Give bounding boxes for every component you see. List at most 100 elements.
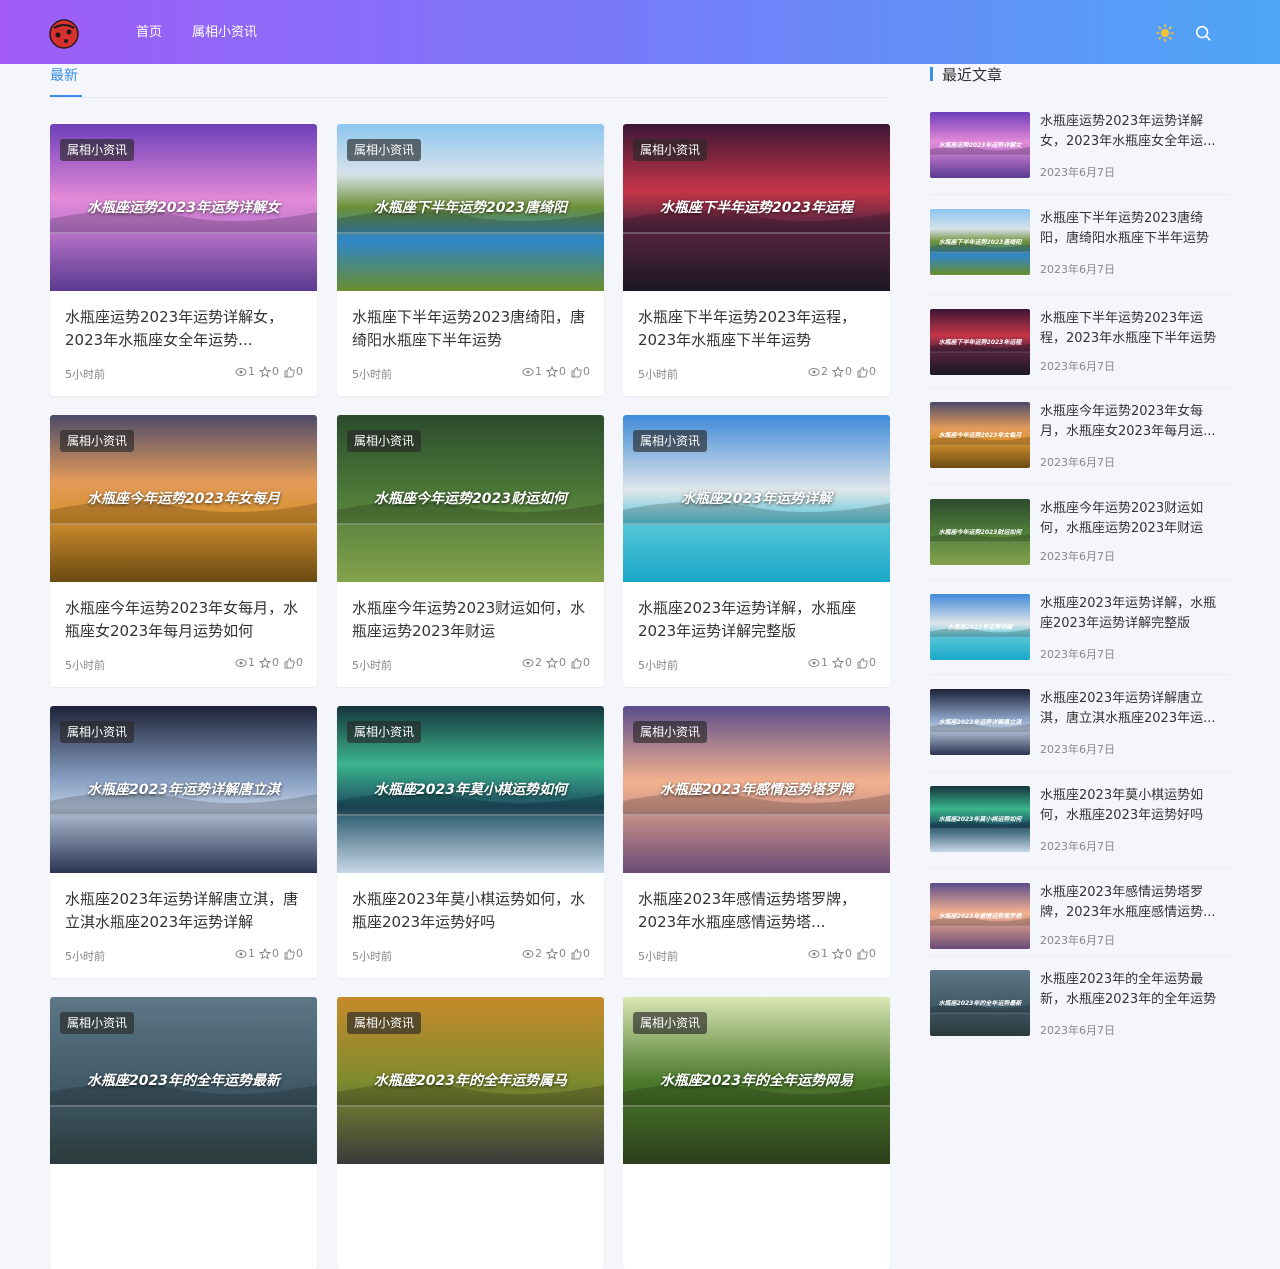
favorites-stat[interactable]: 0	[546, 947, 566, 960]
post-card[interactable]: 属相小资讯 水瓶座今年运势2023财运如何水瓶座今年运势2023财运如何，水瓶座运…	[337, 415, 604, 687]
category-badge[interactable]: 属相小资讯	[633, 139, 708, 161]
category-badge[interactable]: 属相小资讯	[60, 721, 135, 743]
recent-post-item[interactable]: 水瓶座2023年莫小棋运势如何 水瓶座2023年莫小棋运势如何，水瓶座2023年运…	[930, 786, 1230, 874]
post-card[interactable]: 属相小资讯 水瓶座下半年运势2023唐绮阳水瓶座下半年运势2023唐绮阳，唐绮阳水…	[337, 124, 604, 396]
category-badge[interactable]: 属相小资讯	[347, 139, 422, 161]
recent-post-title[interactable]: 水瓶座2023年的全年运势最新，水瓶座2023年的全年运势	[1040, 970, 1228, 1010]
post-card[interactable]: 属相小资讯 水瓶座2023年的全年运势网易	[623, 997, 890, 1269]
search-icon[interactable]	[1194, 24, 1212, 42]
recent-post-item[interactable]: 水瓶座今年运势2023年女每月 水瓶座今年运势2023年女每月，水瓶座女2023年…	[930, 402, 1230, 490]
recent-post-item[interactable]: 水瓶座运势2023年运势详解女 水瓶座运势2023年运势详解女，2023年水瓶座女…	[930, 112, 1230, 200]
likes-stat[interactable]: 0	[856, 365, 876, 378]
post-card[interactable]: 属相小资讯 水瓶座下半年运势2023年运程水瓶座下半年运势2023年运程，2023…	[623, 124, 890, 396]
recent-post-title[interactable]: 水瓶座下半年运势2023唐绮阳，唐绮阳水瓶座下半年运势	[1040, 209, 1228, 249]
likes-stat[interactable]: 0	[283, 947, 303, 960]
post-thumbnail[interactable]: 属相小资讯 水瓶座下半年运势2023年运程	[623, 124, 890, 291]
category-badge[interactable]: 属相小资讯	[347, 430, 422, 452]
likes-stat[interactable]: 0	[856, 656, 876, 669]
favorites-stat[interactable]: 0	[546, 656, 566, 669]
recent-post-thumbnail[interactable]: 水瓶座今年运势2023年女每月	[930, 402, 1030, 468]
recent-post-item[interactable]: 水瓶座下半年运势2023年运程 水瓶座下半年运势2023年运程，2023年水瓶座下…	[930, 309, 1230, 397]
recent-post-thumbnail[interactable]: 水瓶座下半年运势2023唐绮阳	[930, 209, 1030, 275]
sun-icon[interactable]	[1156, 24, 1174, 42]
category-badge[interactable]: 属相小资讯	[633, 1012, 708, 1034]
post-thumbnail[interactable]: 属相小资讯 水瓶座今年运势2023年女每月	[50, 415, 317, 582]
likes-stat[interactable]: 0	[856, 947, 876, 960]
post-thumbnail[interactable]: 属相小资讯 水瓶座2023年感情运势塔罗牌	[623, 706, 890, 873]
recent-post-title[interactable]: 水瓶座今年运势2023财运如何，水瓶座运势2023年财运	[1040, 499, 1228, 539]
recent-post-thumbnail[interactable]: 水瓶座2023年运势详解唐立淇	[930, 689, 1030, 755]
recent-post-item[interactable]: 水瓶座2023年运势详解 水瓶座2023年运势详解，水瓶座2023年运势详解完整版…	[930, 594, 1230, 682]
post-title[interactable]: 水瓶座下半年运势2023唐绮阳，唐绮阳水瓶座下半年运势	[352, 306, 592, 352]
favorites-stat[interactable]: 0	[832, 365, 852, 378]
post-thumbnail[interactable]: 属相小资讯 水瓶座2023年的全年运势网易	[623, 997, 890, 1164]
post-title[interactable]: 水瓶座2023年运势详解唐立淇，唐立淇水瓶座2023年运势详解	[65, 888, 305, 934]
recent-post-item[interactable]: 水瓶座2023年的全年运势最新 水瓶座2023年的全年运势最新，水瓶座2023年的…	[930, 970, 1230, 1058]
post-card[interactable]: 属相小资讯 水瓶座2023年运势详解水瓶座2023年运势详解，水瓶座2023年运势…	[623, 415, 890, 687]
recent-post-thumbnail[interactable]: 水瓶座2023年的全年运势最新	[930, 970, 1030, 1036]
tab-latest[interactable]: 最新	[50, 67, 78, 85]
likes-stat[interactable]: 0	[283, 365, 303, 378]
post-thumbnail[interactable]: 属相小资讯 水瓶座运势2023年运势详解女	[50, 124, 317, 291]
post-title[interactable]: 水瓶座2023年莫小棋运势如何，水瓶座2023年运势好吗	[352, 888, 592, 934]
recent-post-title[interactable]: 水瓶座今年运势2023年女每月，水瓶座女2023年每月运...	[1040, 402, 1228, 442]
views-stat: 2	[522, 947, 542, 960]
post-card[interactable]: 属相小资讯 水瓶座2023年运势详解唐立淇水瓶座2023年运势详解唐立淇，唐立淇水…	[50, 706, 317, 978]
category-badge[interactable]: 属相小资讯	[347, 1012, 422, 1034]
post-thumbnail[interactable]: 属相小资讯 水瓶座2023年运势详解唐立淇	[50, 706, 317, 873]
post-title[interactable]: 水瓶座运势2023年运势详解女，2023年水瓶座女全年运势...	[65, 306, 305, 352]
category-badge[interactable]: 属相小资讯	[347, 721, 422, 743]
category-badge[interactable]: 属相小资讯	[633, 721, 708, 743]
nav-news[interactable]: 属相小资讯	[192, 24, 257, 42]
likes-stat[interactable]: 0	[570, 947, 590, 960]
post-thumbnail[interactable]: 属相小资讯 水瓶座今年运势2023财运如何	[337, 415, 604, 582]
recent-post-title[interactable]: 水瓶座2023年感情运势塔罗牌，2023年水瓶座感情运势...	[1040, 883, 1228, 923]
recent-post-thumbnail[interactable]: 水瓶座2023年莫小棋运势如何	[930, 786, 1030, 852]
post-title[interactable]: 水瓶座2023年运势详解，水瓶座2023年运势详解完整版	[638, 597, 878, 643]
favorites-stat[interactable]: 0	[832, 947, 852, 960]
recent-post-thumbnail[interactable]: 水瓶座2023年运势详解	[930, 594, 1030, 660]
recent-post-item[interactable]: 水瓶座2023年感情运势塔罗牌 水瓶座2023年感情运势塔罗牌，2023年水瓶座感…	[930, 883, 1230, 971]
recent-post-thumbnail[interactable]: 水瓶座今年运势2023财运如何	[930, 499, 1030, 565]
likes-stat[interactable]: 0	[283, 656, 303, 669]
post-thumbnail[interactable]: 属相小资讯 水瓶座2023年的全年运势最新	[50, 997, 317, 1164]
post-card[interactable]: 属相小资讯 水瓶座2023年的全年运势最新	[50, 997, 317, 1269]
recent-post-title[interactable]: 水瓶座运势2023年运势详解女，2023年水瓶座女全年运...	[1040, 112, 1228, 152]
recent-post-title[interactable]: 水瓶座2023年运势详解唐立淇，唐立淇水瓶座2023年运...	[1040, 689, 1228, 729]
site-logo[interactable]	[48, 17, 80, 49]
recent-post-title[interactable]: 水瓶座2023年运势详解，水瓶座2023年运势详解完整版	[1040, 594, 1228, 634]
recent-post-thumbnail[interactable]: 水瓶座下半年运势2023年运程	[930, 309, 1030, 375]
post-thumbnail[interactable]: 属相小资讯 水瓶座2023年的全年运势属马	[337, 997, 604, 1164]
recent-post-thumbnail[interactable]: 水瓶座2023年感情运势塔罗牌	[930, 883, 1030, 949]
recent-post-title[interactable]: 水瓶座2023年莫小棋运势如何，水瓶座2023年运势好吗	[1040, 786, 1228, 826]
favorites-stat[interactable]: 0	[832, 656, 852, 669]
post-card[interactable]: 属相小资讯 水瓶座运势2023年运势详解女水瓶座运势2023年运势详解女，2023…	[50, 124, 317, 396]
likes-stat[interactable]: 0	[570, 656, 590, 669]
post-title[interactable]: 水瓶座今年运势2023财运如何，水瓶座运势2023年财运	[352, 597, 592, 643]
likes-stat[interactable]: 0	[570, 365, 590, 378]
favorites-stat[interactable]: 0	[259, 947, 279, 960]
category-badge[interactable]: 属相小资讯	[60, 1012, 135, 1034]
favorites-stat[interactable]: 0	[546, 365, 566, 378]
post-card[interactable]: 属相小资讯 水瓶座2023年莫小棋运势如何水瓶座2023年莫小棋运势如何，水瓶座2…	[337, 706, 604, 978]
post-title[interactable]: 水瓶座下半年运势2023年运程，2023年水瓶座下半年运势	[638, 306, 878, 352]
post-card[interactable]: 属相小资讯 水瓶座今年运势2023年女每月水瓶座今年运势2023年女每月，水瓶座女…	[50, 415, 317, 687]
favorites-stat[interactable]: 0	[259, 365, 279, 378]
favorites-stat[interactable]: 0	[259, 656, 279, 669]
recent-post-title[interactable]: 水瓶座下半年运势2023年运程，2023年水瓶座下半年运势	[1040, 309, 1228, 349]
category-badge[interactable]: 属相小资讯	[60, 430, 135, 452]
post-thumbnail[interactable]: 属相小资讯 水瓶座下半年运势2023唐绮阳	[337, 124, 604, 291]
post-title[interactable]: 水瓶座今年运势2023年女每月，水瓶座女2023年每月运势如何	[65, 597, 305, 643]
post-thumbnail[interactable]: 属相小资讯 水瓶座2023年莫小棋运势如何	[337, 706, 604, 873]
recent-post-thumbnail[interactable]: 水瓶座运势2023年运势详解女	[930, 112, 1030, 178]
category-badge[interactable]: 属相小资讯	[60, 139, 135, 161]
post-title[interactable]: 水瓶座2023年感情运势塔罗牌，2023年水瓶座感情运势塔...	[638, 888, 878, 934]
post-thumbnail[interactable]: 属相小资讯 水瓶座2023年运势详解	[623, 415, 890, 582]
recent-post-item[interactable]: 水瓶座今年运势2023财运如何 水瓶座今年运势2023财运如何，水瓶座运势2023…	[930, 499, 1230, 587]
category-badge[interactable]: 属相小资讯	[633, 430, 708, 452]
recent-post-item[interactable]: 水瓶座2023年运势详解唐立淇 水瓶座2023年运势详解唐立淇，唐立淇水瓶座202…	[930, 689, 1230, 777]
post-card[interactable]: 属相小资讯 水瓶座2023年的全年运势属马	[337, 997, 604, 1269]
recent-post-item[interactable]: 水瓶座下半年运势2023唐绮阳 水瓶座下半年运势2023唐绮阳，唐绮阳水瓶座下半年…	[930, 209, 1230, 297]
nav-home[interactable]: 首页	[136, 24, 162, 42]
post-card[interactable]: 属相小资讯 水瓶座2023年感情运势塔罗牌水瓶座2023年感情运势塔罗牌，2023…	[623, 706, 890, 978]
